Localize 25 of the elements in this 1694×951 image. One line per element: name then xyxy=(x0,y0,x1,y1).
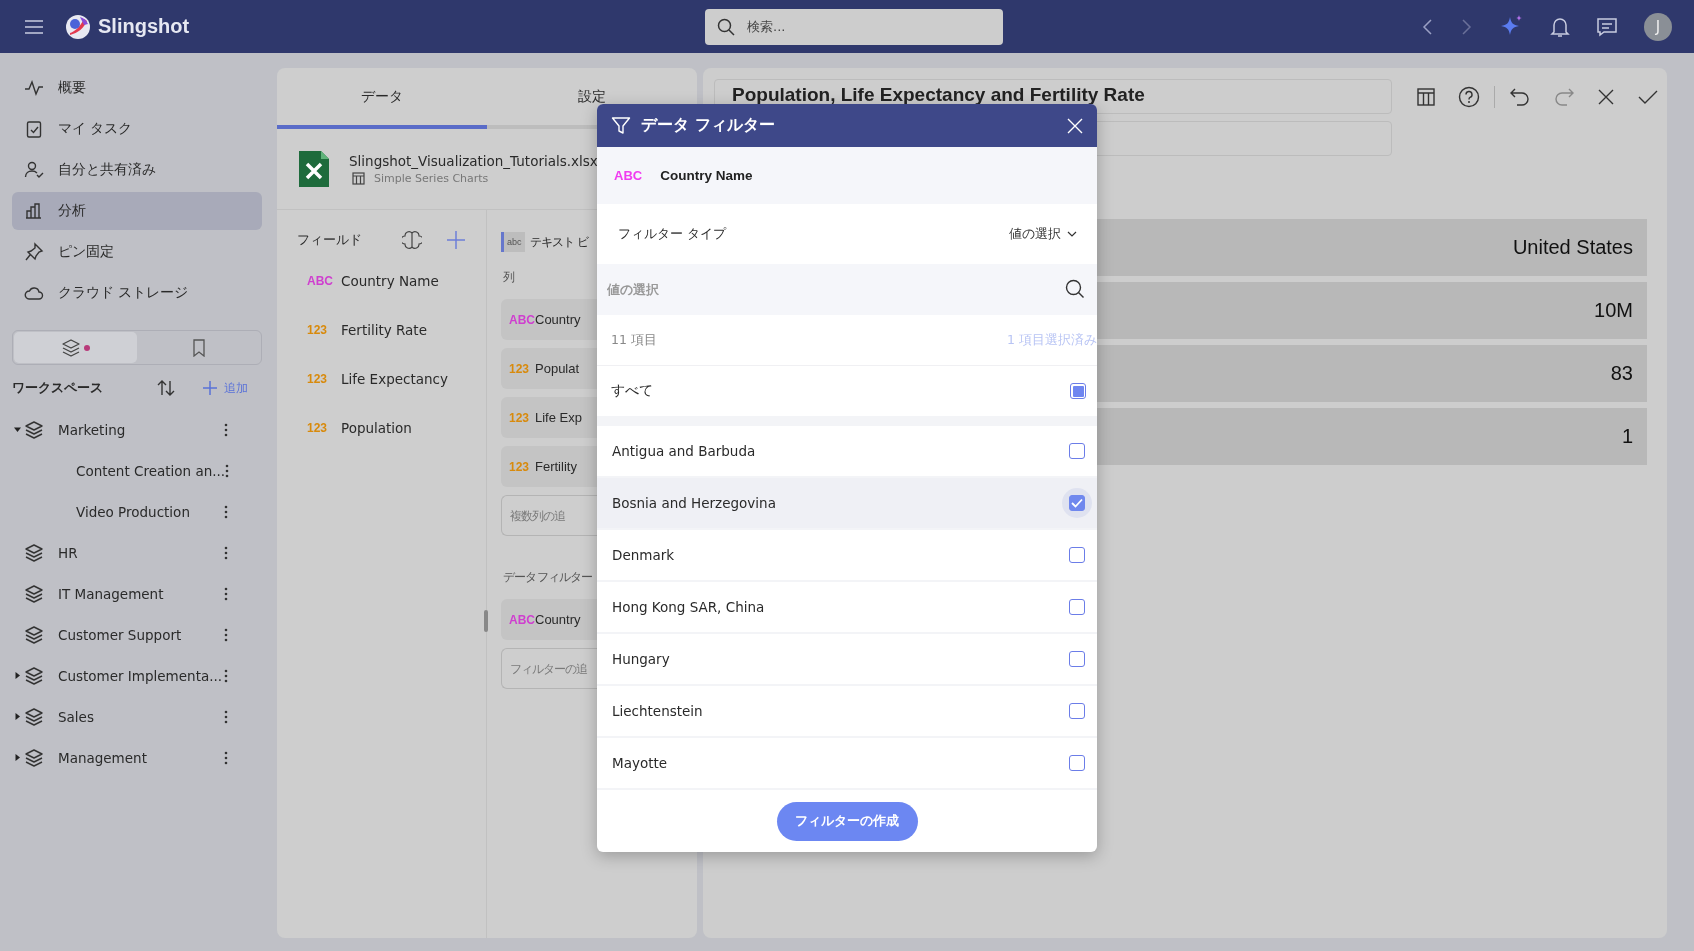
workspace-name: Sales xyxy=(58,708,95,725)
section-label: 列 xyxy=(503,270,515,285)
workspace-name: Content Creation an... xyxy=(76,462,226,479)
sheet-name: Simple Series Charts xyxy=(374,172,489,185)
type-label: ABC xyxy=(614,168,643,183)
type-label: 123 xyxy=(307,371,329,386)
workspace-name: Management xyxy=(58,749,148,766)
item-count: 11 項目 xyxy=(611,331,657,349)
file-name: Slingshot_Visualization_Tutorials.xlsx xyxy=(349,153,598,169)
section-title: ワークスペース xyxy=(12,379,104,397)
workspace-name: Customer Implementa... xyxy=(58,667,224,684)
type-label: 123 xyxy=(307,420,329,435)
field-name: Country Name xyxy=(660,168,753,183)
workspace-name: Customer Support xyxy=(58,626,183,643)
dialog-title: データ フィルター xyxy=(641,115,776,136)
workspace-name: Video Production xyxy=(76,503,191,520)
section-title: フィールド xyxy=(297,231,363,249)
workspace-name: Marketing xyxy=(58,421,127,438)
type-label: 123 xyxy=(307,322,329,337)
workspace-name: IT Management xyxy=(58,585,165,602)
visualization-badge: abc xyxy=(501,232,525,252)
visualization-name: テキスト ビ xyxy=(529,234,588,250)
app-name: Slingshot xyxy=(98,15,190,38)
section-label: データ フィルター xyxy=(503,570,593,585)
workspace-name: HR xyxy=(58,544,79,561)
